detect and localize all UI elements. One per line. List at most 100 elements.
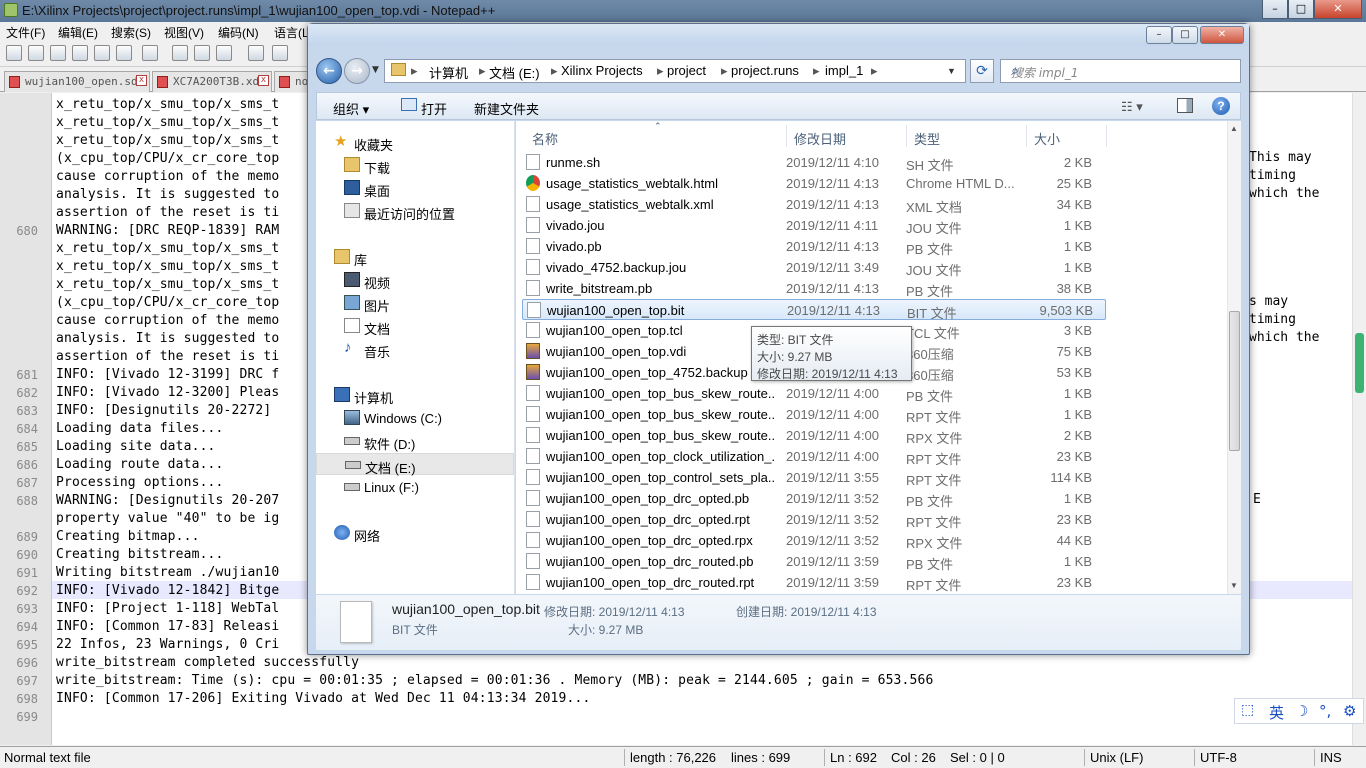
file-row[interactable]: usage_statistics_webtalk.html 2019/12/11 … <box>522 173 1106 194</box>
address-bar[interactable]: ▸ 计算机 ▸ 文档 (E:) ▸ Xilinx Projects ▸ proj… <box>384 59 966 83</box>
new-folder-button[interactable]: 新建文件夹 <box>474 99 539 118</box>
file-row[interactable]: wujian100_open_top_drc_opted.rpt 2019/12/… <box>522 509 1106 530</box>
open-file-icon[interactable] <box>28 45 44 61</box>
breadcrumb-computer[interactable]: 计算机 <box>429 63 468 82</box>
explorer-minimize-button[interactable]: – <box>1146 26 1172 44</box>
nav-recent[interactable]: 最近访问的位置 <box>316 200 514 222</box>
history-dropdown-icon[interactable]: ▼ <box>372 65 379 75</box>
file-row[interactable]: wujian100_open_top_control_sets_pla... 20… <box>522 467 1106 488</box>
copy-icon[interactable] <box>194 45 210 61</box>
ime-lang-toggle[interactable]: 英 <box>1269 702 1284 723</box>
nav-drive-f[interactable]: Linux (F:) <box>316 476 514 498</box>
close-file-icon[interactable] <box>94 45 110 61</box>
column-type[interactable]: 类型 <box>914 129 940 148</box>
code-line: Creating bitstream... <box>56 547 224 562</box>
save-icon[interactable] <box>50 45 66 61</box>
maximize-button[interactable]: □ <box>1288 0 1314 19</box>
menu-search[interactable]: 搜索(S) <box>111 24 151 41</box>
nav-drive-c[interactable]: Windows (C:) <box>316 407 514 429</box>
ime-toolbar[interactable]: ⬚ 英 ☽ °, ⚙ <box>1234 698 1364 724</box>
nav-videos[interactable]: 视频 <box>316 269 514 291</box>
undo-icon[interactable] <box>248 45 264 61</box>
file-row[interactable]: write_bitstream.pb 2019/12/11 4:13 PB 文件 38… <box>522 278 1106 299</box>
nav-libraries[interactable]: 库 <box>316 246 514 268</box>
file-row[interactable]: vivado.jou 2019/12/11 4:11 JOU 文件 1 KB <box>522 215 1106 236</box>
nav-desktop[interactable]: 桌面 <box>316 177 514 199</box>
file-row[interactable]: wujian100_open_top.bit 2019/12/11 4:13 BIT… <box>522 299 1106 321</box>
ime-logo-icon[interactable]: ⬚ <box>1241 702 1254 718</box>
file-list-scrollbar[interactable]: ▲ ▼ <box>1227 121 1241 594</box>
breadcrumb-xilinx-projects[interactable]: Xilinx Projects <box>561 63 643 78</box>
gear-icon[interactable]: ⚙ <box>1343 702 1356 720</box>
file-row[interactable]: wujian100_open_top_bus_skew_route... 2019… <box>522 404 1106 425</box>
paste-icon[interactable] <box>216 45 232 61</box>
explorer-close-button[interactable]: ✕ <box>1200 26 1244 44</box>
punctuation-icon[interactable]: °, <box>1319 702 1331 720</box>
preview-pane-icon[interactable] <box>1177 98 1193 113</box>
nav-computer[interactable]: 计算机 <box>316 384 514 406</box>
nav-drive-d[interactable]: 软件 (D:) <box>316 430 514 452</box>
scroll-up-icon[interactable]: ▲ <box>1230 124 1238 133</box>
close-button[interactable]: ✕ <box>1314 0 1362 19</box>
breadcrumb-drive-e[interactable]: 文档 (E:) <box>489 63 540 82</box>
file-row[interactable]: wujian100_open_top_drc_opted.pb 2019/12/1… <box>522 488 1106 509</box>
back-button[interactable]: ← <box>316 58 342 84</box>
file-row[interactable]: vivado.pb 2019/12/11 4:13 PB 文件 1 KB <box>522 236 1106 257</box>
redo-icon[interactable] <box>272 45 288 61</box>
column-header-row: 名称 ⌃ 修改日期 类型 大小 <box>516 121 1227 151</box>
file-row[interactable]: usage_statistics_webtalk.xml 2019/12/11 4… <box>522 194 1106 215</box>
file-row[interactable]: wujian100_open_top_drc_opted.rpx 2019/12/… <box>522 530 1106 551</box>
tab-xdc[interactable]: XC7A200T3B.xdc x <box>152 71 272 92</box>
nav-pictures[interactable]: 图片 <box>316 292 514 314</box>
scrollbar-thumb[interactable] <box>1355 333 1364 393</box>
menu-encoding[interactable]: 编码(N) <box>218 24 259 41</box>
scrollbar-thumb[interactable] <box>1229 311 1240 451</box>
tab-sdc[interactable]: wujian100_open.sdc x <box>4 71 150 92</box>
help-icon[interactable]: ? <box>1212 97 1230 115</box>
breadcrumb-project[interactable]: project <box>667 63 706 78</box>
nav-network[interactable]: 网络 <box>316 522 514 544</box>
file-row[interactable]: wujian100_open_top_bus_skew_route... 2019… <box>522 425 1106 446</box>
column-size[interactable]: 大小 <box>1034 129 1060 148</box>
tab-other[interactable]: no <box>274 71 308 92</box>
file-row[interactable]: wujian100_open_top_bus_skew_route... 2019… <box>522 383 1106 404</box>
menu-edit[interactable]: 编辑(E) <box>58 24 98 41</box>
search-input[interactable]: 搜索 impl_1 ⌕ <box>1000 59 1241 83</box>
editor-scrollbar[interactable] <box>1352 93 1366 745</box>
refresh-button[interactable]: ⟳ <box>970 59 994 83</box>
search-icon[interactable]: ⌕ <box>1011 63 1234 79</box>
forward-button[interactable]: → <box>344 58 370 84</box>
file-row[interactable]: wujian100_open_top_clock_utilization_...… <box>522 446 1106 467</box>
file-row[interactable]: wujian100_open_top_drc_routed.rpt 2019/12… <box>522 572 1106 593</box>
scroll-down-icon[interactable]: ▼ <box>1230 581 1238 590</box>
view-options-icon[interactable]: ☷ ▾ <box>1121 99 1143 115</box>
nav-downloads[interactable]: 下载 <box>316 154 514 176</box>
new-file-icon[interactable] <box>6 45 22 61</box>
menu-file[interactable]: 文件(F) <box>6 24 45 41</box>
tab-close-icon[interactable]: x <box>136 75 147 86</box>
tab-close-icon[interactable]: x <box>258 75 269 86</box>
save-all-icon[interactable] <box>72 45 88 61</box>
breadcrumb-impl1[interactable]: impl_1 <box>825 63 863 78</box>
nav-drive-e[interactable]: 文档 (E:) <box>316 453 514 476</box>
menu-language[interactable]: 语言(L <box>274 24 309 41</box>
minimize-button[interactable]: – <box>1262 0 1288 19</box>
file-row[interactable]: wujian100_open_top_drc_routed.pb 2019/12/… <box>522 551 1106 572</box>
column-date[interactable]: 修改日期 <box>794 129 846 148</box>
close-all-icon[interactable] <box>116 45 132 61</box>
nav-music[interactable]: ♪ 音乐 <box>316 338 514 360</box>
print-icon[interactable] <box>142 45 158 61</box>
organize-button[interactable]: 组织 ▾ <box>333 99 369 118</box>
file-row[interactable]: runme.sh 2019/12/11 4:10 SH 文件 2 KB <box>522 152 1106 173</box>
nav-documents[interactable]: 文档 <box>316 315 514 337</box>
column-name[interactable]: 名称 <box>532 129 558 148</box>
cut-icon[interactable] <box>172 45 188 61</box>
menu-view[interactable]: 视图(V) <box>164 24 204 41</box>
open-button[interactable]: 打开 <box>421 99 447 118</box>
file-row[interactable]: vivado_4752.backup.jou 2019/12/11 3:49 JOU… <box>522 257 1106 278</box>
nav-favorites[interactable]: ★ 收藏夹 <box>316 131 514 153</box>
breadcrumb-project-runs[interactable]: project.runs <box>731 63 799 78</box>
address-dropdown-icon[interactable]: ▼ <box>947 66 956 76</box>
moon-icon[interactable]: ☽ <box>1295 702 1308 720</box>
explorer-maximize-button[interactable]: □ <box>1172 26 1198 44</box>
